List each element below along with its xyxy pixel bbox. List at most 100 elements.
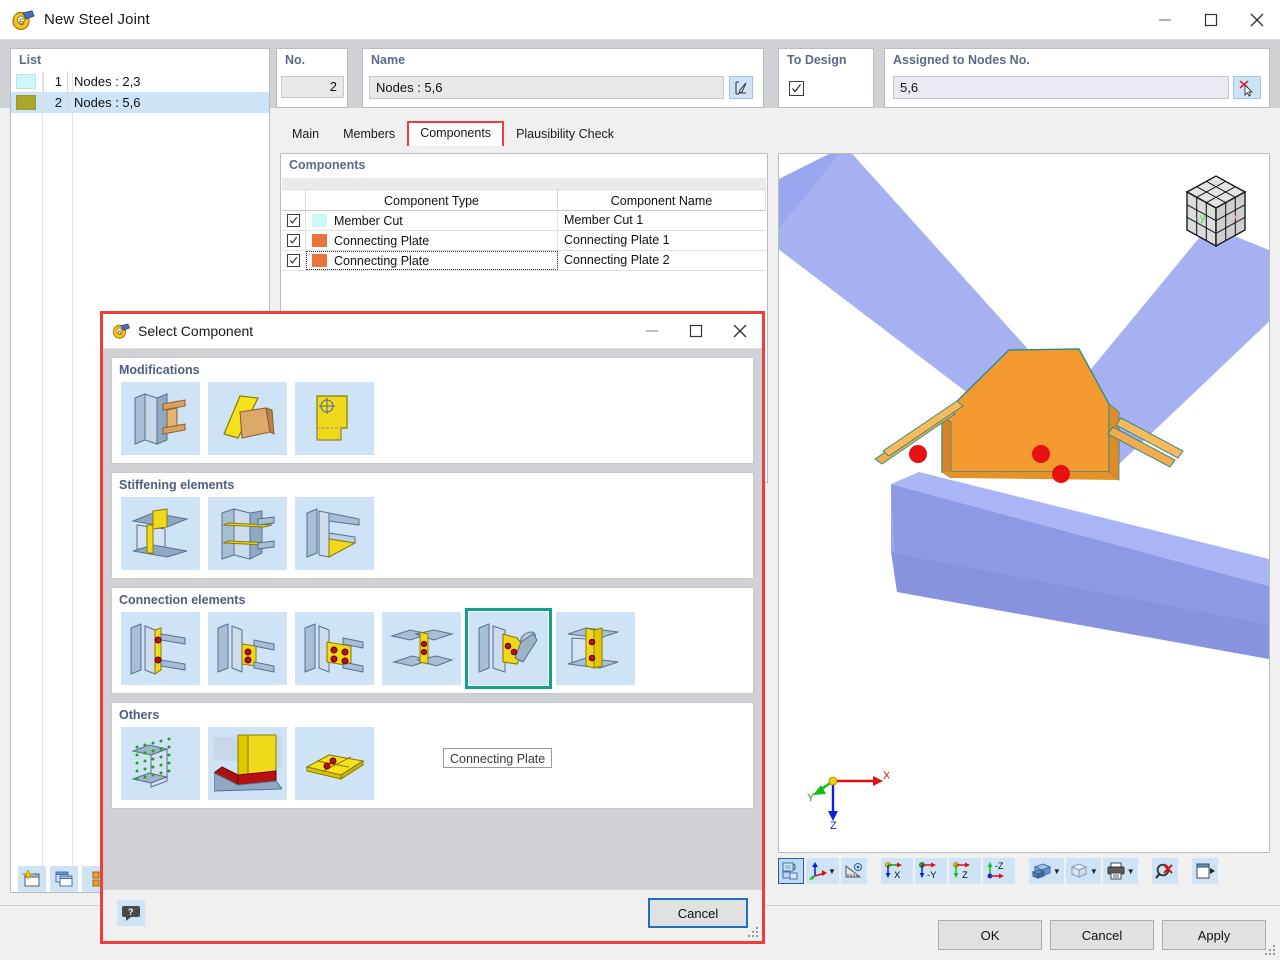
- close-button[interactable]: [1234, 0, 1280, 40]
- svg-text:6: 6: [118, 330, 122, 337]
- row-component-name[interactable]: Connecting Plate 1: [558, 231, 766, 250]
- plate-opening-thumb[interactable]: [295, 382, 374, 455]
- row-component-type[interactable]: Connecting Plate: [306, 251, 558, 270]
- row-checkbox[interactable]: [282, 231, 306, 250]
- category-label: Modifications: [119, 363, 200, 377]
- list-item[interactable]: 2 Nodes : 5,6: [11, 92, 269, 113]
- list-item[interactable]: 1 Nodes : 2,3: [11, 71, 269, 92]
- app-window: 6 New Steel Joint List 1 Nodes : 2,3 2 N…: [0, 0, 1280, 960]
- to-design-checkbox[interactable]: [789, 81, 804, 96]
- edit-pencil-icon[interactable]: [729, 76, 753, 99]
- view-in-x-button[interactable]: X: [880, 858, 913, 884]
- maximize-button[interactable]: [1188, 0, 1234, 40]
- weld-thumb[interactable]: [208, 727, 287, 800]
- chevron-down-icon[interactable]: ▼: [1090, 867, 1098, 876]
- apply-button[interactable]: Apply: [1162, 920, 1266, 950]
- view-cube-icon[interactable]: -y x: [1173, 162, 1259, 263]
- axis-triad: X Y Z: [799, 767, 891, 832]
- connecting-plate-thumb[interactable]: [465, 608, 552, 689]
- select-resize-grip[interactable]: [748, 927, 760, 939]
- minimize-button[interactable]: [1142, 0, 1188, 40]
- chevron-down-icon[interactable]: ▼: [1127, 867, 1135, 876]
- row-checkbox[interactable]: [282, 211, 306, 230]
- svg-text:-Z: -Z: [995, 862, 1004, 871]
- new-window-icon[interactable]: [18, 866, 46, 892]
- joint-actions-toolbar: [18, 866, 110, 892]
- maximize-button[interactable]: [674, 314, 718, 349]
- tab-main[interactable]: Main: [280, 122, 332, 146]
- tab-plausibility-check[interactable]: Plausibility Check: [504, 122, 627, 146]
- table-row[interactable]: Connecting Plate Connecting Plate 1: [282, 231, 766, 251]
- end-plate-thumb[interactable]: [121, 612, 200, 685]
- render-mode-button[interactable]: [778, 858, 804, 884]
- select-cancel-button[interactable]: Cancel: [648, 898, 748, 928]
- joint-list[interactable]: 1 Nodes : 2,3 2 Nodes : 5,6: [11, 71, 269, 113]
- components-title: Components: [289, 158, 366, 172]
- splice-plate-thumb[interactable]: [382, 612, 461, 685]
- to-design-group: To Design: [778, 48, 874, 108]
- cancel-button[interactable]: Cancel: [1050, 920, 1154, 950]
- bolted-plate-thumb[interactable]: [295, 612, 374, 685]
- member-cut-thumb[interactable]: [121, 382, 200, 455]
- double-stiffener-thumb[interactable]: [208, 497, 287, 570]
- chevron-down-icon[interactable]: ▼: [1053, 867, 1061, 876]
- resize-grip[interactable]: [1265, 945, 1277, 957]
- grid-top-strip: [282, 178, 766, 190]
- number-field[interactable]: 2: [281, 76, 344, 98]
- minimize-button[interactable]: [630, 314, 674, 349]
- row-component-type[interactable]: Connecting Plate: [306, 231, 558, 250]
- view-in-z-button[interactable]: Z: [948, 858, 981, 884]
- table-row[interactable]: Member Cut Member Cut 1: [282, 211, 766, 231]
- number-group: No. 2: [276, 48, 348, 108]
- row-color-swatch: [312, 234, 327, 247]
- haunch-thumb[interactable]: [295, 497, 374, 570]
- web-stiffener-thumb[interactable]: [121, 497, 200, 570]
- cleat-thumb[interactable]: [556, 612, 635, 685]
- fin-plate-thumb[interactable]: [208, 612, 287, 685]
- show-panel-button[interactable]: [1191, 858, 1218, 884]
- row-component-type[interactable]: Member Cut: [306, 211, 558, 230]
- table-row[interactable]: Connecting Plate Connecting Plate 2: [282, 251, 766, 271]
- view-in-minus-y-button[interactable]: -Y: [914, 858, 947, 884]
- copy-window-icon[interactable]: [50, 866, 78, 892]
- row-component-name[interactable]: Member Cut 1: [558, 211, 766, 230]
- measure-button[interactable]: [840, 858, 867, 884]
- select-component-dialog: 6 Select Component Modifications Stiffen…: [100, 311, 765, 944]
- row-component-name[interactable]: Connecting Plate 2: [558, 251, 766, 270]
- name-label: Name: [371, 53, 406, 67]
- assigned-nodes-input[interactable]: 5,6: [893, 76, 1229, 99]
- surface-mesh-thumb[interactable]: [121, 727, 200, 800]
- category-modifications: Modifications: [111, 357, 754, 464]
- print-button[interactable]: ▼: [1102, 858, 1138, 884]
- row-type-label: Connecting Plate: [334, 233, 430, 248]
- base-plate-thumb[interactable]: [295, 727, 374, 800]
- category-label: Connection elements: [119, 593, 246, 607]
- select-component-window-controls: [630, 314, 762, 349]
- name-group: Name Nodes : 5,6: [362, 48, 764, 108]
- wireframe-cube-button[interactable]: ▼: [1065, 858, 1101, 884]
- select-component-title: Select Component: [138, 323, 254, 339]
- row-checkbox[interactable]: [282, 251, 306, 270]
- view-in-minus-z-button[interactable]: -Z: [982, 858, 1015, 884]
- pick-nodes-icon[interactable]: [1233, 76, 1261, 99]
- chevron-down-icon[interactable]: ▼: [828, 867, 836, 876]
- header-component-name[interactable]: Component Name: [558, 190, 766, 211]
- plate-cut-thumb[interactable]: [208, 382, 287, 455]
- svg-text:Z: Z: [962, 870, 968, 880]
- tab-components[interactable]: Components: [407, 121, 505, 146]
- list-item-label: Nodes : 2,3: [67, 71, 269, 92]
- name-input[interactable]: Nodes : 5,6: [369, 76, 724, 99]
- tab-members[interactable]: Members: [331, 122, 408, 146]
- select-component-titlebar: 6 Select Component: [103, 314, 762, 349]
- solid-model-button[interactable]: ▼: [1028, 858, 1064, 884]
- model-viewport[interactable]: -y x X Y Z: [778, 153, 1270, 853]
- help-icon[interactable]: ?: [117, 900, 145, 926]
- window-title: New Steel Joint: [44, 11, 150, 28]
- window-controls: [1142, 0, 1280, 40]
- header-component-type[interactable]: Component Type: [306, 190, 558, 211]
- close-button[interactable]: [718, 314, 762, 349]
- component-tooltip: Connecting Plate: [443, 748, 553, 768]
- zoom-clear-button[interactable]: [1151, 858, 1178, 884]
- ok-button[interactable]: OK: [938, 920, 1042, 950]
- show-axes-button[interactable]: ▼: [806, 858, 839, 884]
